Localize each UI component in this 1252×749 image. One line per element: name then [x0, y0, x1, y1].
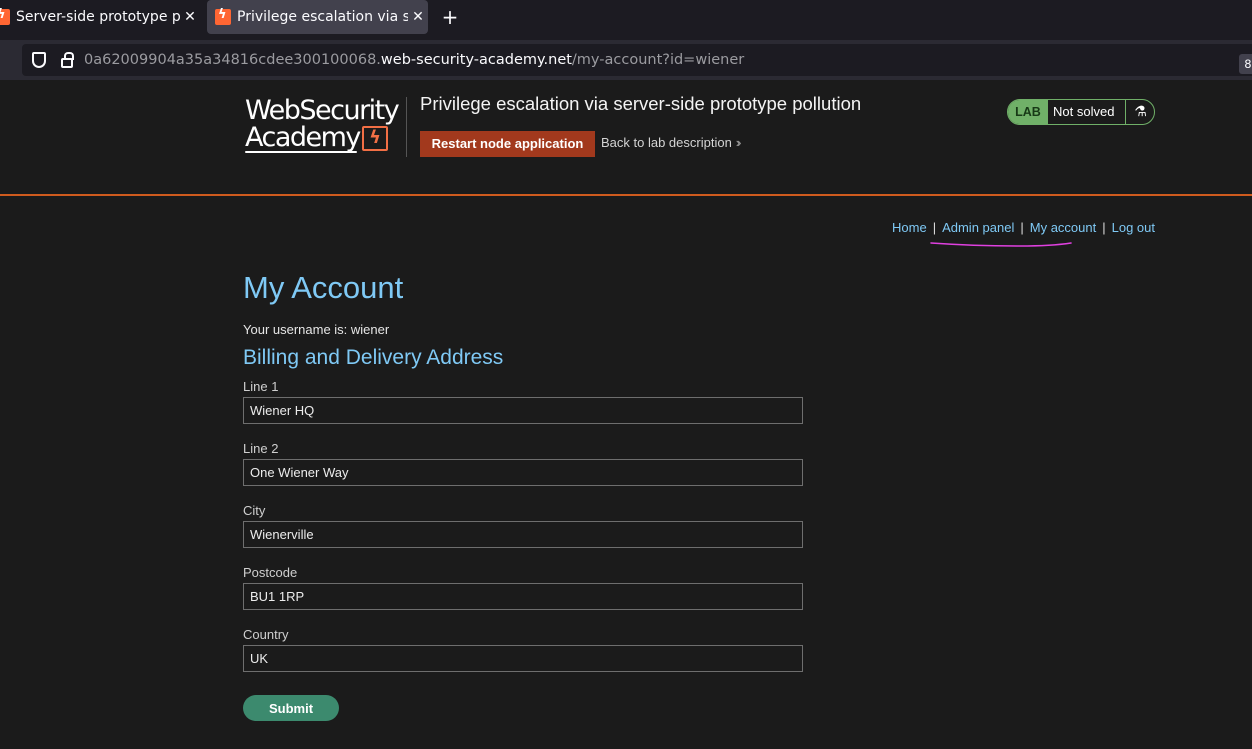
line1-input[interactable] — [243, 397, 803, 424]
tab-title: Privilege escalation via se — [237, 9, 408, 25]
url-bar[interactable]: 0a62009904a35a34816cdee300100068.web-sec… — [22, 44, 1252, 76]
line2-label: Line 2 — [243, 441, 279, 456]
username-text: Your username is: wiener — [243, 322, 390, 337]
billing-address-heading: Billing and Delivery Address — [243, 346, 504, 369]
line2-input[interactable] — [243, 459, 803, 486]
nav-separator: | — [1020, 220, 1024, 235]
lab-badge: LAB — [1008, 100, 1048, 124]
url-text[interactable]: 0a62009904a35a34816cdee300100068.web-sec… — [84, 51, 744, 69]
submit-button[interactable]: Submit — [243, 695, 339, 721]
city-label: City — [243, 503, 266, 518]
city-field: City — [243, 503, 803, 548]
site-nav: Home | Admin panel | My account | Log out — [0, 220, 1155, 235]
nav-admin-panel-link[interactable]: Admin panel — [942, 220, 1014, 235]
postcode-label: Postcode — [243, 565, 298, 580]
country-label: Country — [243, 627, 289, 642]
browser-tab-bar: Server-side prototype pol ✕ Privilege es… — [0, 0, 1252, 40]
lightning-bolt-icon: ϟ — [362, 126, 388, 151]
nav-separator: | — [932, 220, 937, 235]
tracking-protection-shield-icon[interactable] — [32, 52, 46, 68]
url-path: /my-account?id=wiener — [571, 52, 745, 68]
zoom-level-button[interactable]: 80% — [1239, 54, 1252, 74]
portswigger-favicon-icon — [0, 7, 10, 25]
url-prefix: 0a62009904a35a34816cdee300100068. — [84, 52, 381, 68]
nav-my-account-link[interactable]: My account — [1030, 220, 1096, 235]
tab-title: Server-side prototype pol — [16, 9, 180, 25]
line1-field: Line 1 — [243, 379, 803, 424]
lock-icon[interactable] — [61, 52, 74, 68]
line1-label: Line 1 — [243, 379, 279, 394]
url-host: web-security-academy.net — [380, 52, 572, 68]
restart-node-button[interactable]: Restart node application — [420, 131, 595, 157]
header-divider — [406, 97, 407, 157]
logo-line-2: Academy — [245, 122, 361, 153]
back-link-label: Back to lab description — [601, 135, 732, 150]
browser-nav-bar: 0a62009904a35a34816cdee300100068.web-sec… — [0, 40, 1252, 80]
tab-close-icon[interactable]: ✕ — [180, 9, 200, 25]
browser-tab-2-active[interactable]: Privilege escalation via se ✕ — [207, 0, 428, 34]
tab-close-icon[interactable]: ✕ — [408, 9, 428, 25]
back-to-lab-description-link[interactable]: Back to lab description ›› — [601, 135, 741, 150]
nav-home-link[interactable]: Home — [892, 220, 927, 235]
lab-status-text: Not solved — [1053, 104, 1115, 119]
postcode-input[interactable] — [243, 583, 803, 610]
postcode-field: Postcode — [243, 565, 803, 610]
nav-logout-link[interactable]: Log out — [1112, 220, 1155, 235]
logo-underline — [245, 151, 357, 153]
pink-annotation-underline — [930, 242, 1072, 247]
city-input[interactable] — [243, 521, 803, 548]
browser-tab-1[interactable]: Server-side prototype pol ✕ — [0, 0, 200, 34]
country-field: Country — [243, 627, 803, 672]
line2-field: Line 2 — [243, 441, 803, 486]
my-account-content: My Account Your username is: wiener Bill… — [243, 268, 803, 672]
lab-title: Privilege escalation via server-side pro… — [420, 93, 862, 114]
double-chevron-right-icon: ›› — [735, 135, 741, 150]
lab-header: WebSecurity Academy ϟ Privilege escalati… — [0, 80, 1252, 196]
page-title: My Account — [243, 270, 404, 305]
nav-separator: | — [1102, 220, 1106, 235]
lab-status-widget: LAB Not solved ⚗ — [1007, 99, 1155, 125]
country-input[interactable] — [243, 645, 803, 672]
web-security-academy-logo[interactable]: WebSecurity Academy ϟ — [245, 96, 405, 156]
flask-icon: ⚗ — [1125, 100, 1154, 124]
portswigger-favicon-icon — [215, 7, 231, 25]
new-tab-button[interactable]: + — [440, 4, 460, 30]
